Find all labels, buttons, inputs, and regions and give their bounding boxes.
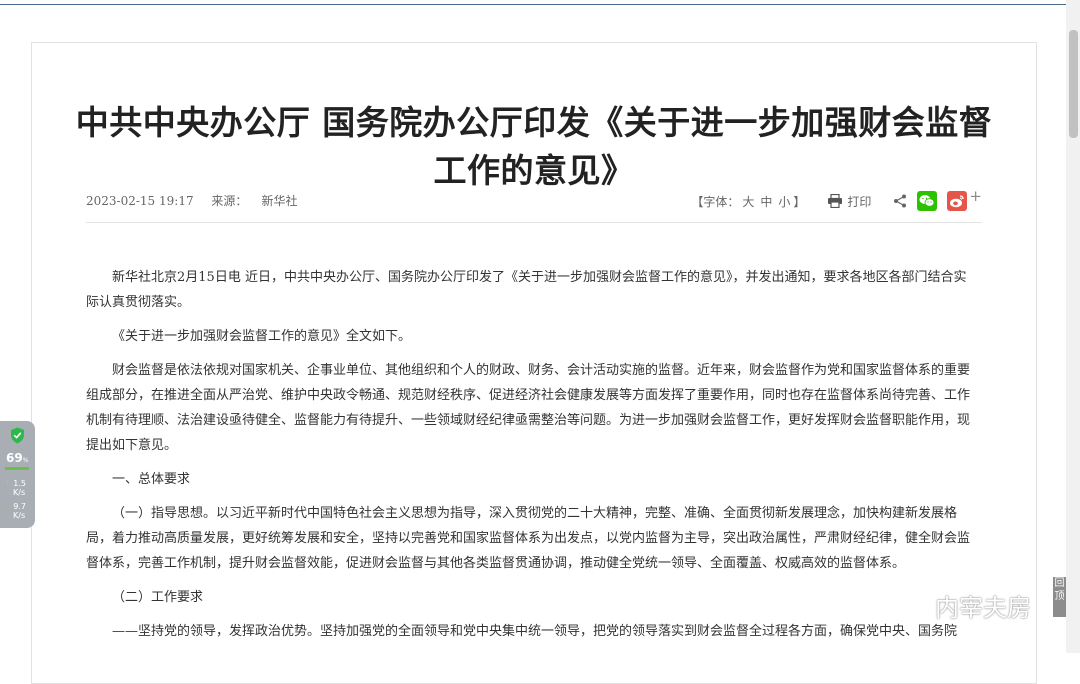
download-speed-unit: K/s <box>13 511 26 520</box>
font-size-large-button[interactable]: 大 <box>742 195 754 209</box>
memory-score-value: 69 <box>6 451 23 465</box>
upload-speed-unit: K/s <box>13 488 26 497</box>
article-card: 中共中央办公厅 国务院办公厅印发《关于进一步加强财会监督工作的意见》 2023-… <box>31 42 1037 684</box>
subsection-heading: （二）工作要求 <box>112 590 204 605</box>
wechat-watermark-icon <box>893 591 928 620</box>
paragraph: 新华社北京2月15日电 近日，中共中央办公厅、国务院办公厅印发了《关于进一步加强… <box>86 270 967 310</box>
source-label: 来源： <box>211 194 248 208</box>
publish-date: 2023-02-15 19:17 <box>86 194 194 208</box>
download-speed-value: 9.7 <box>13 502 26 511</box>
page-scrollbar[interactable] <box>1066 0 1080 653</box>
section-heading: 一、总体要求 <box>112 472 191 487</box>
font-size-label-open: 【字体： <box>691 194 740 209</box>
wechat-icon <box>919 195 935 207</box>
weibo-share-button[interactable] <box>947 191 968 211</box>
font-size-label-close: 】 <box>793 194 806 209</box>
upload-speed: ↑ 1.5 K/s <box>4 479 26 497</box>
shield-icon <box>11 427 24 444</box>
article-title: 中共中央办公厅 国务院办公厅印发《关于进一步加强财会监督工作的意见》 <box>75 103 993 191</box>
font-size-switcher: 【字体：大中小】 <box>691 193 805 210</box>
memory-score-bar <box>5 467 29 470</box>
font-size-medium-button[interactable]: 中 <box>760 195 772 209</box>
upload-arrow-icon: ↑ <box>4 479 11 488</box>
paragraph: 《关于进一步加强财会监督工作的意见》全文如下。 <box>112 329 412 344</box>
network-speed-widget[interactable]: 69% ↑ 1.5 K/s ↓ 9.7 K/s <box>0 421 35 528</box>
memory-score-unit: % <box>22 457 29 464</box>
weibo-icon <box>950 195 965 208</box>
watermark: 内宰夫房 <box>893 588 1031 623</box>
top-border-line <box>0 4 1066 5</box>
article-tools: 【字体：大中小】 打印 + <box>691 187 982 214</box>
font-size-small-button[interactable]: 小 <box>778 195 790 209</box>
paragraph: （一）指导思想。以习近平新时代中国特色社会主义思想为指导，深入贯彻党的二十大精神… <box>86 506 971 571</box>
download-speed: ↓ 9.7 K/s <box>4 502 26 520</box>
download-arrow-icon: ↓ <box>4 502 11 511</box>
paragraph: 财会监督是依法依规对国家机关、企事业单位、其他组织和个人的财政、财务、会计活动实… <box>86 363 971 453</box>
more-share-button[interactable]: + <box>969 187 982 205</box>
printer-icon <box>828 194 843 208</box>
upload-speed-value: 1.5 <box>13 479 26 488</box>
memory-score: 69% <box>6 451 28 465</box>
share-icon[interactable] <box>893 194 907 208</box>
scrollbar-thumb[interactable] <box>1069 30 1078 138</box>
back-to-top-button[interactable]: 回顶 <box>1053 577 1066 617</box>
watermark-text: 内宰夫房 <box>935 594 1031 622</box>
paragraph: ——坚持党的领导，发挥政治优势。坚持加强党的全面领导和党中央集中统一领导，把党的… <box>112 624 958 639</box>
source-info: 来源： 新华社 <box>211 194 311 208</box>
article-meta-bar: 2023-02-15 19:17 来源： 新华社 【字体：大中小】 打印 + <box>86 187 982 223</box>
article-meta-info: 2023-02-15 19:17 来源： 新华社 <box>86 192 325 209</box>
source-name: 新华社 <box>261 194 298 208</box>
wechat-share-button[interactable] <box>917 191 938 211</box>
article-body: 新华社北京2月15日电 近日，中共中央办公厅、国务院办公厅印发了《关于进一步加强… <box>86 265 970 653</box>
print-label: 打印 <box>847 194 872 209</box>
print-button[interactable]: 打印 <box>827 193 871 210</box>
